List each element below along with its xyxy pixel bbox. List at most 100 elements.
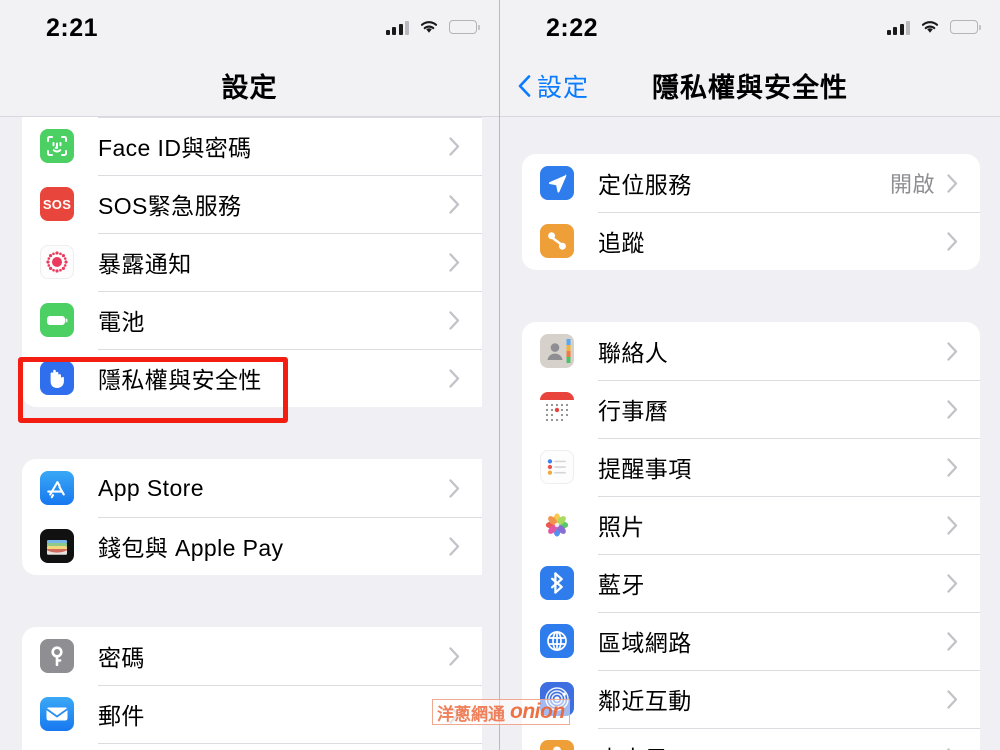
row-privacy-and-security[interactable]: 隱私權與安全性 [22,349,482,407]
settings-group-store: App Store 錢包與 Apple Pay [22,459,482,575]
top-spacer [500,124,1000,154]
app-store-icon [40,471,74,505]
row-label: 藍牙 [598,572,645,598]
page-title: 設定 [221,73,278,103]
row-tracking[interactable]: 追蹤 [522,212,980,270]
left-status-bar: 2:21 [0,0,499,55]
watermark-en-text: onion [510,700,565,723]
passwords-key-icon [40,639,74,673]
row-label: 暴露通知 [98,251,192,277]
mail-icon [40,697,74,731]
row-calendar[interactable]: 行事曆 [522,380,980,438]
chevron-right-icon [947,515,980,535]
right-settings-list[interactable]: 定位服務 開啟 追蹤 聯絡人 行事曆 提醒事項 照片 藍牙 區域網路 鄰近互動 [500,124,1000,750]
chevron-right-icon [449,252,482,272]
calendar-icon [540,392,574,426]
photos-icon [540,508,574,542]
row-passwords[interactable]: 密碼 [22,627,482,685]
row-partial-cutoff[interactable] [22,743,482,750]
row-label: 行事曆 [598,398,669,424]
right-status-bar: 2:22 [500,0,1000,55]
wallet-icon [40,529,74,563]
chevron-right-icon [947,399,980,419]
row-photos[interactable]: 照片 [522,496,980,554]
row-label: 麥克風 [598,740,668,750]
chevron-right-icon [947,231,980,251]
exposure-notification-icon [40,245,74,279]
row-wallet-apple-pay[interactable]: 錢包與 Apple Pay [22,517,482,575]
row-sos[interactable]: SOS SOS緊急服務 [22,175,482,233]
chevron-right-icon [449,310,482,330]
row-label: 錢包與 Apple Pay [98,535,284,561]
row-label: 區域網路 [598,630,692,656]
location-arrow-icon [540,166,574,200]
settings-group-security: Face ID與密碼 SOS SOS緊急服務 暴露通知 電池 隱私權與安全性 [22,117,482,407]
battery-icon [449,20,480,34]
row-label: 照片 [598,514,645,540]
sos-icon: SOS [40,187,74,221]
chevron-right-icon [449,368,482,388]
chevron-right-icon [947,689,980,709]
row-battery[interactable]: 電池 [22,291,482,349]
chevron-right-icon [449,536,482,556]
row-label: 鄰近互動 [598,688,692,714]
dual-screenshot-canvas: 2:21 設定 Face ID與密碼 SOS SOS緊急服務 暴露通知 電池 隱… [0,0,1000,750]
row-label: 隱私權與安全性 [98,367,262,393]
privacy-hand-icon [40,361,74,395]
chevron-right-icon [947,173,980,193]
right-nav-bar: 設定 隱私權與安全性 [500,55,1000,117]
tracking-icon [540,224,574,258]
row-microphone[interactable]: 麥克風 [522,728,980,750]
row-contacts[interactable]: 聯絡人 [522,322,980,380]
row-face-id[interactable]: Face ID與密碼 [22,117,482,175]
contacts-icon [540,334,574,368]
chevron-left-icon [518,74,531,97]
chevron-right-icon [947,573,980,593]
left-nav-bar: 設定 [0,55,499,117]
watermark-cn-text: 洋蔥網通 [437,704,505,725]
row-label: 聯絡人 [598,340,669,366]
right-phone-panel: 2:22 設定 隱私權與安全性 定位服務 開啟 追蹤 聯絡人 行事曆 提醒事項 … [500,0,1000,750]
face-id-icon [40,129,74,163]
chevron-right-icon [449,194,482,214]
cellular-signal-icon [886,20,910,35]
cellular-signal-icon [385,20,409,35]
row-label: 電池 [98,309,145,335]
row-mail[interactable]: 郵件 [22,685,482,743]
back-button-label: 設定 [537,73,590,102]
chevron-right-icon [449,646,482,666]
row-value: 開啟 [889,172,935,197]
chevron-right-icon [449,478,482,498]
bluetooth-icon [540,566,574,600]
row-app-store[interactable]: App Store [22,459,482,517]
wifi-icon [418,19,440,35]
row-exposure-notifications[interactable]: 暴露通知 [22,233,482,291]
chevron-right-icon [947,341,980,361]
row-label: 定位服務 [598,172,692,198]
row-label: SOS緊急服務 [98,193,242,219]
row-local-network[interactable]: 區域網路 [522,612,980,670]
wifi-icon [919,19,941,35]
chevron-right-icon [449,136,482,156]
chevron-right-icon [947,457,980,477]
row-label: App Store [98,474,204,501]
battery-icon [40,303,74,337]
row-label: 郵件 [98,703,145,729]
microphone-icon [540,740,574,750]
row-bluetooth[interactable]: 藍牙 [522,554,980,612]
status-indicators [385,16,480,38]
row-label: 密碼 [98,645,145,671]
back-button[interactable]: 設定 [518,68,589,104]
row-nearby-interactions[interactable]: 鄰近互動 [522,670,980,728]
row-reminders[interactable]: 提醒事項 [522,438,980,496]
row-label: 提醒事項 [598,456,692,482]
left-settings-list[interactable]: Face ID與密碼 SOS SOS緊急服務 暴露通知 電池 隱私權與安全性 A… [0,117,499,750]
local-network-globe-icon [540,624,574,658]
status-time: 2:22 [546,14,599,42]
row-label: Face ID與密碼 [98,135,252,161]
row-location-services[interactable]: 定位服務 開啟 [522,154,980,212]
privacy-group-location: 定位服務 開啟 追蹤 [522,154,980,270]
